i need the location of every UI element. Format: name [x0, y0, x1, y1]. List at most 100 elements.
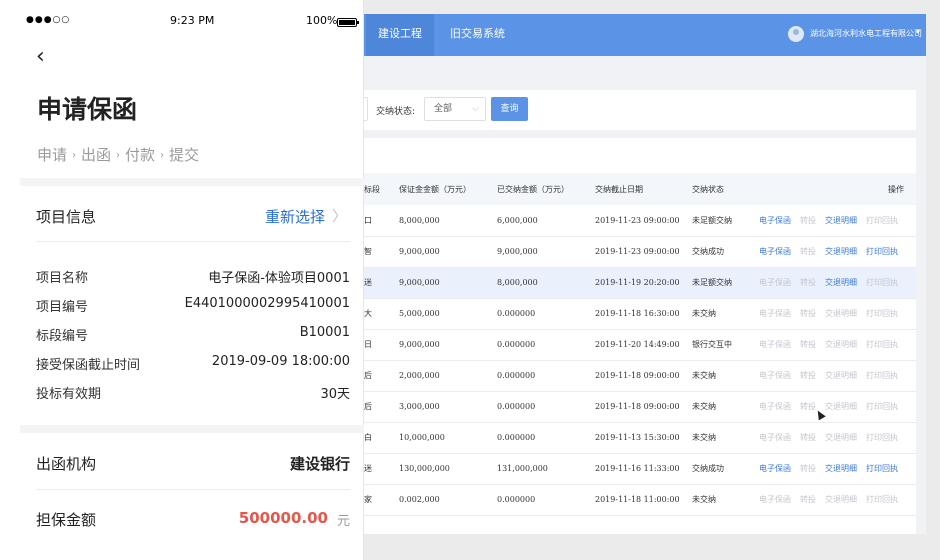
- top-nav-bar: 建设工程 旧交易系统 湖北海河水利水电工程有限公司 ▾: [364, 14, 926, 56]
- section-gap: [20, 425, 364, 433]
- cell-paid-amount: 0.000000: [488, 484, 586, 516]
- tab-legacy-system[interactable]: 旧交易系统: [438, 14, 517, 56]
- refund-detail-link[interactable]: 交退明细: [825, 215, 857, 226]
- field-segment-no-label: 标段编号: [36, 329, 89, 344]
- e-guarantee-link[interactable]: 电子保函: [759, 463, 791, 474]
- e-guarantee-link: 电子保函: [759, 495, 791, 504]
- cell-segment: 大: [364, 298, 390, 330]
- battery-icon: [337, 18, 359, 27]
- cell-deadline: 2019-11-18 09:00:00: [586, 360, 683, 392]
- refund-detail-link: 交退明细: [825, 340, 857, 349]
- cell-deadline: 2019-11-13 15:30:00: [586, 422, 683, 454]
- e-guarantee-link: 电子保函: [759, 309, 791, 318]
- transfer-link: 转投: [800, 309, 816, 318]
- field-project-name-label: 项目名称: [36, 271, 89, 286]
- field-validity-label: 投标有效期: [36, 387, 102, 402]
- caret-down-icon[interactable]: ▾: [916, 27, 920, 36]
- refund-detail-link[interactable]: 交退明细: [825, 277, 857, 288]
- cell-deposit-amount: 9,000,000: [390, 267, 488, 299]
- step-apply: 申请: [37, 146, 68, 164]
- table-row: 口 8,000,000 6,000,000 2019-11-23 09:00:00 未足…: [364, 205, 916, 237]
- page-title: 申请保函: [37, 95, 138, 124]
- e-guarantee-link[interactable]: 电子保函: [759, 215, 791, 226]
- col-segment: 标段: [364, 173, 390, 205]
- divider: [36, 489, 350, 490]
- refund-detail-link: 交退明细: [825, 433, 857, 442]
- amount-value[interactable]: 500000.00: [239, 509, 328, 527]
- step-issue: 出函: [81, 146, 112, 164]
- cell-status: 未交纳: [683, 484, 749, 516]
- filter-bar: 交纳状态: 全部 ⌵ 查询: [364, 90, 916, 130]
- print-receipt-link[interactable]: 打印回执: [866, 463, 898, 474]
- field-project-no-value: E4401000002995410001: [184, 296, 350, 311]
- table-row: 家 0.002,000 0.000000 2019-11-18 11:00:00 未交纳…: [364, 484, 916, 516]
- payment-status-select[interactable]: 全部 ⌵: [424, 97, 486, 121]
- field-project-no-label: 项目编号: [36, 300, 89, 315]
- cell-paid-amount: 131,000,000: [488, 453, 586, 485]
- cell-deposit-amount: 0.002,000: [390, 484, 488, 516]
- step-submit: 提交: [169, 146, 200, 164]
- cell-status: 未交纳: [683, 298, 749, 330]
- chevron-down-icon: ⌵: [472, 104, 479, 114]
- amount-label: 担保金额: [36, 511, 97, 529]
- print-receipt-link: 打印回执: [866, 309, 898, 318]
- transfer-link: 转投: [800, 340, 816, 349]
- issuer-value[interactable]: 建设银行: [290, 453, 350, 474]
- e-guarantee-link: 电子保函: [759, 402, 791, 411]
- refund-detail-link[interactable]: 交退明细: [825, 463, 857, 474]
- amount-unit: 元: [336, 514, 350, 529]
- col-deadline: 交纳截止日期: [586, 173, 683, 205]
- cell-status: 未交纳: [683, 422, 749, 454]
- chevron-right-icon: ›: [116, 150, 121, 161]
- table-header-row: 标段 保证金金额（万元） 已交纳金额（万元） 交纳截止日期 交纳状态 操作: [364, 173, 916, 205]
- cell-deadline: 2019-11-16 11:33:00: [586, 453, 683, 485]
- user-avatar-icon[interactable]: [788, 26, 804, 42]
- field-deadline-value: 2019-09-09 18:00:00: [211, 354, 350, 369]
- cell-segment: 迷: [364, 267, 390, 299]
- back-chevron-icon[interactable]: ‹: [36, 44, 45, 69]
- cell-deposit-amount: 10,000,000: [390, 422, 488, 454]
- cell-deadline: 2019-11-19 20:20:00: [586, 267, 683, 299]
- cell-paid-amount: 0.000000: [488, 422, 586, 454]
- reselect-link[interactable]: 重新选择: [265, 206, 325, 227]
- cell-actions: 电子保函 转投 交退明细 打印回执: [749, 484, 916, 516]
- refund-detail-link[interactable]: 交退明细: [825, 246, 857, 257]
- cell-deadline: 2019-11-18 09:00:00: [586, 391, 683, 423]
- query-button[interactable]: 查询: [491, 97, 528, 121]
- e-guarantee-link: 电子保函: [759, 340, 791, 349]
- company-name[interactable]: 湖北海河水利水电工程有限公司: [810, 28, 922, 39]
- cell-segment: 后: [364, 391, 390, 423]
- cell-deadline: 2019-11-23 09:00:00: [586, 236, 683, 268]
- print-receipt-link[interactable]: 打印回执: [866, 246, 898, 257]
- table-row: 后 3,000,000 0.000000 2019-11-18 09:00:00 未交纳…: [364, 391, 916, 423]
- cell-deposit-amount: 130,000,000: [390, 453, 488, 485]
- cell-status: 未足额交纳: [683, 267, 749, 299]
- cell-actions: 电子保函 转投 交退明细 打印回执: [749, 360, 916, 392]
- project-info-label: 项目信息: [36, 208, 97, 226]
- col-deposit-amount: 保证金金额（万元）: [390, 173, 488, 205]
- cell-paid-amount: 6,000,000: [488, 205, 586, 237]
- transfer-link: 转投: [800, 433, 816, 442]
- mobile-screen: ●●●○○ 9:23 PM 100% ‹ 申请保函 申请 › 出函 › 付款 › 提交 项目…: [0, 0, 364, 560]
- cell-actions: 电子保函 转投 交退明细 打印回执: [749, 422, 916, 454]
- cell-paid-amount: 0.000000: [488, 360, 586, 392]
- cell-deposit-amount: 2,000,000: [390, 360, 488, 392]
- filter-input-edge[interactable]: [364, 97, 368, 121]
- select-value: 全部: [434, 104, 453, 114]
- chevron-right-icon[interactable]: 〉: [332, 205, 347, 226]
- issuer-label: 出函机构: [36, 455, 97, 473]
- transfer-link: 转投: [800, 278, 816, 287]
- print-receipt-link: 打印回执: [866, 371, 898, 380]
- cell-paid-amount: 0.000000: [488, 329, 586, 361]
- cell-actions: 电子保函 转投 交退明细 打印回执: [749, 267, 916, 299]
- refund-detail-link: 交退明细: [825, 371, 857, 380]
- tab-construction[interactable]: 建设工程: [366, 14, 434, 56]
- col-actions: 操作: [749, 173, 916, 205]
- cell-status: 交纳成功: [683, 453, 749, 485]
- cell-actions: 电子保函 转投 交退明细 打印回执: [749, 205, 916, 237]
- cell-segment: 日: [364, 329, 390, 361]
- print-receipt-link: 打印回执: [866, 433, 898, 442]
- e-guarantee-link[interactable]: 电子保函: [759, 246, 791, 257]
- cell-segment: 智: [364, 236, 390, 268]
- step-breadcrumb: 申请 › 出函 › 付款 › 提交: [37, 144, 199, 165]
